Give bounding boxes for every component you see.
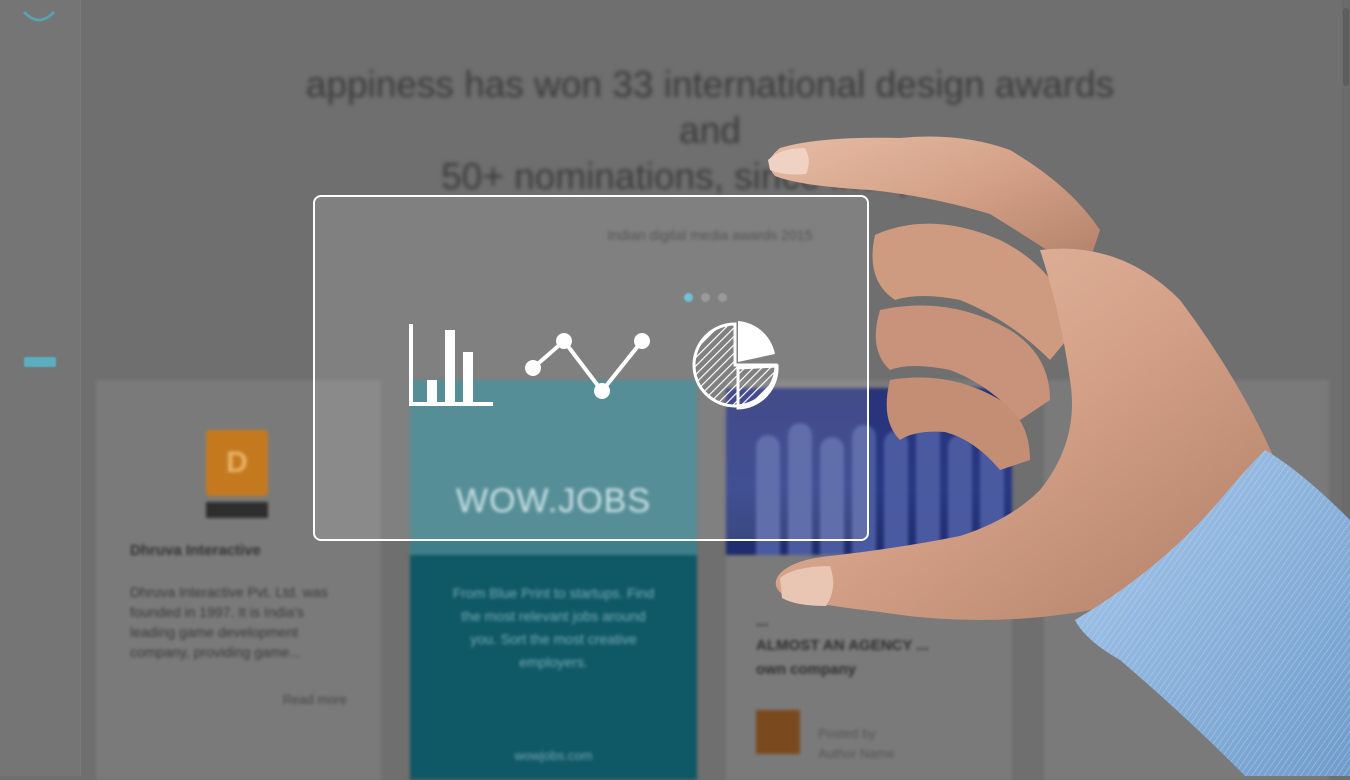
hero-section: appiness has won 33 international design…	[0, 0, 1350, 380]
carousel-dots	[684, 293, 727, 302]
read-more-link[interactable]: Read more	[283, 692, 347, 707]
hero-headline: appiness has won 33 international design…	[270, 62, 1150, 200]
card-dhruva[interactable]: D Dhruva Interactive Dhruva Interactive …	[96, 380, 381, 780]
company-logo-glyph: D	[226, 446, 248, 479]
card-heading: ... ALMOST AN AGENCY ... own company	[756, 610, 976, 682]
card-footer-link[interactable]: wowjobs.com	[410, 748, 697, 763]
card-team[interactable]: ... ALMOST AN AGENCY ... own company Pos…	[726, 380, 1012, 780]
wowjobs-logo: WOW.JOBS	[456, 482, 651, 520]
author-line1: Posted by	[818, 726, 876, 741]
author-info: Posted by Author Name	[818, 724, 895, 764]
author-line2: Author Name	[818, 746, 895, 761]
carousel-dot[interactable]	[701, 293, 710, 302]
blurred-webpage-background: appiness has won 33 international design…	[0, 0, 1350, 780]
card-title: Dhruva Interactive	[130, 542, 261, 559]
hero-headline-line1: appiness has won 33 international design…	[305, 64, 1115, 151]
avatar	[756, 710, 800, 754]
card-heading-line1: ...	[756, 613, 769, 630]
card-heading-line3: own company	[756, 661, 857, 678]
team-photo	[726, 388, 1012, 555]
card-partial[interactable]	[1044, 380, 1329, 780]
hero-subline-3: Indian digital media awards 2015	[607, 227, 813, 243]
carousel-dot-active[interactable]	[684, 293, 693, 302]
company-logo-bar	[206, 502, 268, 518]
card-banner	[410, 380, 697, 555]
card-description: Dhruva Interactive Pvt. Ltd. was founded…	[130, 584, 328, 660]
carousel-dot[interactable]	[718, 293, 727, 302]
card-wowjobs[interactable]: WOW.JOBS From Blue Print to startups. Fi…	[410, 380, 697, 780]
company-logo: D	[206, 430, 268, 496]
card-description: From Blue Print to startups. Find the mo…	[452, 585, 655, 670]
hero-headline-line2: 50+ nominations, since inception	[441, 156, 979, 197]
card-heading-line2: ALMOST AN AGENCY ...	[756, 637, 929, 654]
cards-row: D Dhruva Interactive Dhruva Interactive …	[0, 380, 1350, 780]
